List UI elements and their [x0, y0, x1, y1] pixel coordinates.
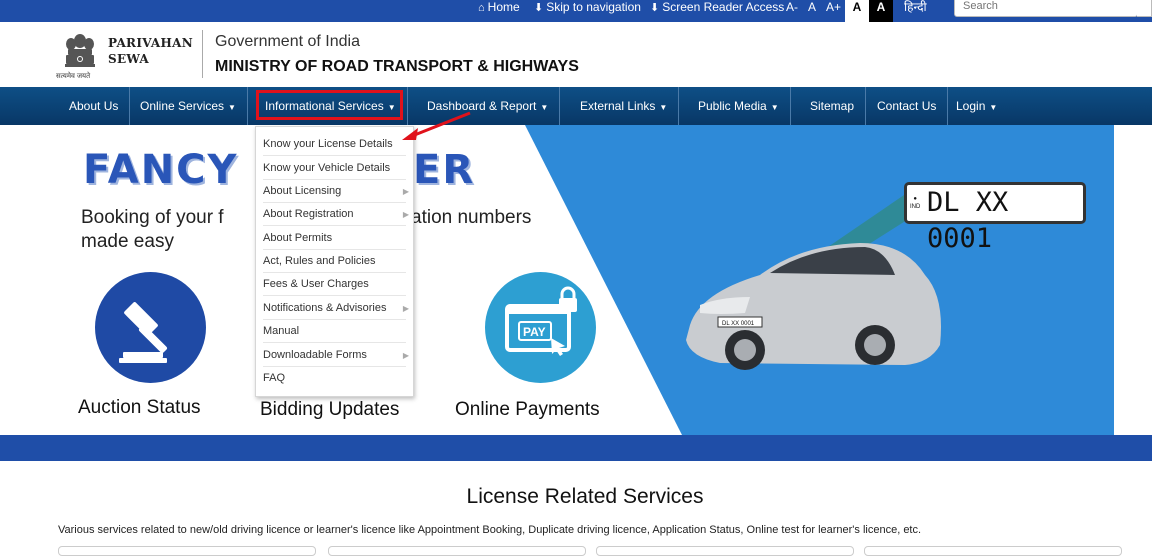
hero-title-left: FANCY [83, 147, 239, 193]
car-plate-text: DL XX 0001 [722, 321, 755, 327]
skip-label: Skip to navigation [546, 0, 641, 14]
menu-item-label: About Licensing [263, 185, 342, 197]
online-payments-label[interactable]: Online Payments [455, 399, 600, 421]
nav-label: About Us [69, 99, 119, 113]
chevron-right-icon: ▶ [402, 210, 409, 219]
brand-name-line2[interactable]: SEWA [108, 52, 149, 66]
bidding-updates-label[interactable]: Bidding Updates [260, 399, 399, 421]
chevron-right-icon: ▶ [402, 304, 409, 313]
search-button[interactable] [1137, 0, 1152, 17]
nav-login[interactable]: Login ▼ [945, 87, 1008, 125]
brand-name-line1[interactable]: PARIVAHAN [108, 36, 193, 50]
screen-reader-label: Screen Reader Access [662, 0, 785, 14]
government-label: Government of India [215, 33, 360, 50]
hero-banner: DL XX 0001 FANCY ER Booking of your f at… [0, 125, 1152, 435]
pay-text: PAY [523, 325, 546, 339]
menu-item-know-vehicle-details[interactable]: Know your Vehicle Details [263, 157, 406, 180]
caret-down-icon: ▼ [540, 103, 549, 112]
nav-label: Public Media [698, 99, 767, 113]
section-title: License Related Services [466, 485, 704, 508]
menu-item-about-permits[interactable]: About Permits [263, 227, 406, 250]
hero-subtitle-right: ation numbers [411, 207, 532, 228]
service-card[interactable] [58, 546, 316, 556]
chevron-right-icon: ▶ [402, 351, 409, 360]
skip-navigation-link[interactable]: ⬇ Skip to navigation [534, 0, 641, 22]
gavel-icon [119, 302, 168, 363]
hero-subtitle-left: Booking of your f [81, 207, 224, 228]
nav-label: Online Services [140, 99, 225, 113]
font-increase-button[interactable]: A+ [826, 0, 841, 22]
service-card[interactable] [864, 546, 1122, 556]
nav-label: External Links [580, 99, 656, 113]
hero-title-right: ER [413, 147, 476, 193]
menu-item-faq[interactable]: FAQ [263, 367, 406, 390]
menu-item-label: Act, Rules and Policies [263, 255, 376, 267]
menu-item-label: Fees & User Charges [263, 278, 369, 290]
auction-status-label[interactable]: Auction Status [78, 397, 201, 419]
caret-down-icon: ▼ [228, 103, 236, 112]
nav-about-us[interactable]: About Us [58, 87, 131, 125]
menu-item-about-registration[interactable]: About Registration ▶ [263, 203, 409, 226]
caret-down-icon: ▼ [770, 103, 779, 112]
chevron-right-icon: ▶ [402, 187, 409, 196]
red-arrow-annotation [402, 111, 471, 140]
nav-sitemap[interactable]: Sitemap [799, 87, 867, 125]
top-utility-bar: ⌂ Home ⬇ Skip to navigation ⬇ Screen Reader… [0, 0, 1152, 22]
emblem-caption: सत्यमेव जयते [56, 73, 91, 80]
nav-label: Login [956, 99, 986, 113]
menu-item-label: Downloadable Forms [263, 349, 367, 361]
highlight-box [256, 90, 403, 120]
menu-item-notifications-advisories[interactable]: Notifications & Advisories ▶ [263, 297, 409, 320]
arrow-down-icon: ⬇ [534, 2, 544, 14]
screen-reader-link[interactable]: ⬇ Screen Reader Access [650, 0, 784, 22]
plate-country-text: IND [910, 204, 921, 210]
pay-lock-icon: PAY [505, 286, 577, 356]
nav-label: Contact Us [877, 99, 937, 113]
home-link[interactable]: ⌂ Home [478, 0, 520, 22]
plate-country-label: ● IND [910, 196, 921, 210]
menu-item-label: Know your Vehicle Details [263, 162, 391, 174]
site-header: सत्यमेव जयते PARIVAHAN SEWA Government o… [0, 22, 1152, 87]
contrast-light-button[interactable]: A [845, 0, 869, 22]
hero-subtitle-line2: made easy [81, 231, 174, 252]
menu-item-know-license-details[interactable]: Know your License Details [263, 133, 406, 156]
menu-item-label: FAQ [263, 372, 286, 384]
font-normal-button[interactable]: A [808, 0, 816, 22]
contrast-dark-button[interactable]: A [869, 0, 893, 22]
informational-services-dropdown: Know your License Details Know your Vehi… [255, 126, 414, 397]
nav-external-links[interactable]: External Links ▼ [569, 87, 680, 125]
home-icon: ⌂ [478, 2, 485, 14]
auction-status-circle[interactable] [95, 272, 206, 383]
menu-item-label: Notifications & Advisories [263, 302, 387, 314]
menu-item-label: About Registration [263, 208, 354, 220]
section-description: Various services related to new/old driv… [58, 524, 922, 536]
menu-item-fees-user-charges[interactable]: Fees & User Charges [263, 273, 406, 296]
ministry-title: MINISTRY OF ROAD TRANSPORT & HIGHWAYS [215, 58, 579, 75]
online-payments-circle[interactable]: PAY [485, 272, 596, 383]
menu-item-about-licensing[interactable]: About Licensing ▶ [263, 180, 409, 203]
nav-online-services[interactable]: Online Services ▼ [129, 87, 248, 125]
menu-item-label: About Permits [263, 232, 333, 244]
home-label: Home [487, 0, 520, 14]
nav-label: Sitemap [810, 99, 855, 113]
nav-public-media[interactable]: Public Media ▼ [687, 87, 791, 125]
number-plate: ● IND DL XX 0001 [904, 182, 1086, 254]
menu-item-label: Manual [263, 325, 300, 337]
language-hindi-link[interactable]: हिन्दी [904, 0, 927, 22]
font-decrease-button[interactable]: A- [786, 0, 798, 22]
menu-item-manual[interactable]: Manual [263, 320, 406, 343]
search-input[interactable] [954, 0, 1138, 17]
menu-item-label: Know your License Details [263, 138, 393, 150]
menu-item-downloadable-forms[interactable]: Downloadable Forms ▶ [263, 344, 409, 367]
arrow-down-icon: ⬇ [650, 2, 660, 14]
caret-down-icon: ▼ [989, 103, 998, 112]
caret-down-icon: ▼ [659, 103, 668, 112]
service-card[interactable] [596, 546, 854, 556]
menu-item-act-rules-policies[interactable]: Act, Rules and Policies [263, 250, 406, 273]
header-divider [202, 30, 203, 78]
nav-contact-us[interactable]: Contact Us [866, 87, 949, 125]
service-card[interactable] [328, 546, 586, 556]
main-navigation: About Us Online Services ▼ Informational … [0, 87, 1152, 125]
blue-divider-strip [0, 435, 1152, 461]
